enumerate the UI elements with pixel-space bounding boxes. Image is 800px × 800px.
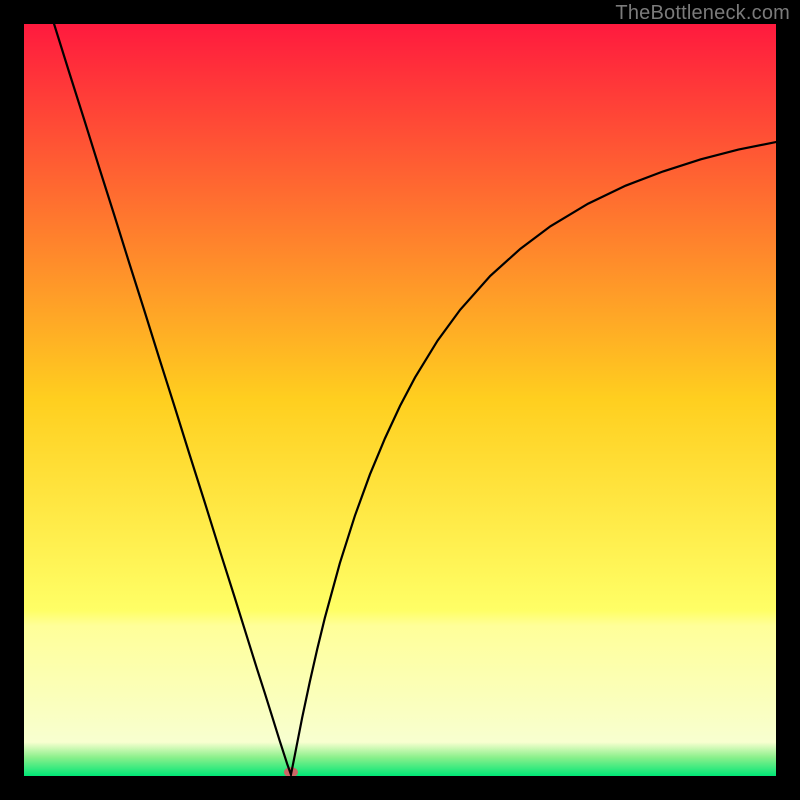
watermark-text: TheBottleneck.com	[615, 2, 790, 25]
gradient-background	[24, 24, 776, 776]
bottleneck-chart	[24, 24, 776, 776]
chart-frame	[24, 24, 776, 776]
